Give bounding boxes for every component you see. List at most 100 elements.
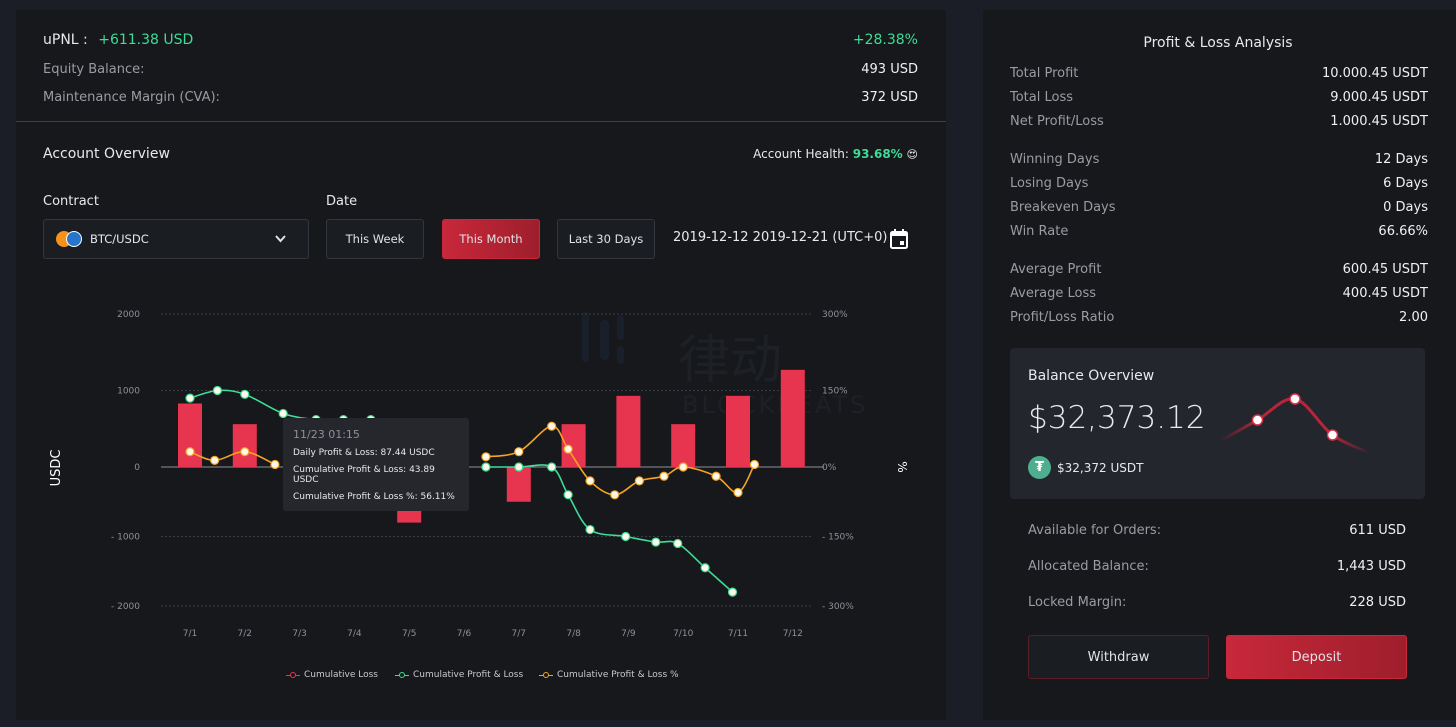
x-tick-label: 7/4 — [347, 629, 362, 639]
pnl-pct-point — [185, 447, 195, 457]
legend-marker-icon — [395, 671, 409, 679]
x-tick-label: 7/10 — [673, 629, 693, 639]
pl-row-label: Winning Days — [1010, 152, 1100, 167]
deposit-button[interactable]: Deposit — [1226, 635, 1407, 679]
balance-title: Balance Overview — [1028, 368, 1155, 384]
balance-usdt: ₮ $32,372 USDT — [1028, 456, 1143, 479]
pl-row-value: 400.45 USDT — [1342, 286, 1428, 301]
pl-title: Profit & Loss Analysis — [1143, 35, 1293, 51]
cumulative-pnl-point — [547, 462, 557, 472]
balance-row-value: 228 USD — [1349, 595, 1406, 610]
y-tick-label: - 2000 — [111, 602, 140, 612]
withdraw-button[interactable]: Withdraw — [1028, 635, 1209, 679]
cumulative-pnl-point — [727, 587, 738, 597]
balance-row: Locked Margin: 228 USD — [1028, 595, 1406, 610]
cumulative-pnl-point — [673, 538, 683, 549]
pl-row-value: 2.00 — [1399, 310, 1428, 325]
balance-card: Balance Overview $32,373.12 ₮ $32,372 US… — [1010, 348, 1425, 499]
account-panel: uPNL : +611.38 USD +28.38% Equity Balanc… — [16, 10, 946, 720]
balance-row: Allocated Balance: 1,443 USD — [1028, 559, 1406, 574]
pl-row: Total Profit 10.000.45 USDT — [1010, 66, 1428, 81]
y2-tick-label: 0% — [822, 463, 837, 473]
pnl-pct-point — [659, 471, 669, 481]
legend-label: Cumulative Profit & Loss % — [557, 670, 679, 680]
pl-row-label: Total Loss — [1010, 90, 1074, 105]
cumulative-pnl-point — [278, 408, 288, 419]
pl-row-label: Total Profit — [1010, 66, 1079, 81]
pnl-pct-point — [210, 455, 220, 465]
pnl-pct-point — [749, 459, 760, 470]
legend-cumulative-loss[interactable]: Cumulative Loss — [286, 670, 378, 680]
y-axis-title: USDC — [49, 450, 64, 487]
balance-row: Available for Orders: 611 USD — [1028, 523, 1406, 538]
cumulative-pnl-point — [563, 490, 573, 500]
pl-row-value: 600.45 USDT — [1342, 262, 1428, 277]
x-tick-label: 7/2 — [238, 629, 252, 639]
x-tick-label: 7/1 — [183, 629, 197, 639]
y-tick-label: 2000 — [117, 310, 140, 320]
y2-tick-label: 300% — [822, 310, 848, 320]
y2-tick-label: 150% — [822, 387, 848, 397]
cumulative-pnl-point — [700, 563, 710, 573]
pl-row-label: Net Profit/Loss — [1010, 114, 1104, 129]
pnl-pct-point — [514, 447, 524, 457]
pl-row-value: 6 Days — [1383, 176, 1428, 191]
sparkline-point — [1326, 429, 1339, 441]
pl-row-value: 66.66% — [1378, 224, 1428, 239]
balance-row-value: 1,443 USD — [1336, 559, 1406, 574]
pl-row-value: 9.000.45 USDT — [1330, 90, 1428, 105]
x-tick-label: 7/5 — [402, 629, 416, 639]
cumulative-pnl-point — [621, 531, 631, 542]
bar — [232, 424, 257, 467]
pl-row: Win Rate 66.66% — [1010, 224, 1428, 239]
pnl-pct-line — [189, 450, 276, 466]
legend-label: Cumulative Profit & Loss — [413, 670, 524, 680]
pnl-pct-point — [481, 452, 491, 462]
usdt-value: $32,372 USDT — [1057, 460, 1144, 475]
tooltip-cumulative: Cumulative Profit & Loss: 43.89 USDC — [293, 465, 435, 485]
x-tick-label: 7/3 — [292, 629, 306, 639]
x-tick-label: 7/6 — [457, 629, 472, 639]
cumulative-pnl-point — [481, 462, 491, 472]
legend-cumulative-pnl-pct[interactable]: Cumulative Profit & Loss % — [539, 670, 679, 680]
legend-cumulative-pnl[interactable]: Cumulative Profit & Loss — [395, 670, 523, 680]
pl-row-value: 10.000.45 USDT — [1321, 66, 1428, 81]
watermark-cn: 律动 — [678, 331, 782, 391]
cumulative-pnl-point — [185, 393, 195, 403]
legend-label: Cumulative Loss — [304, 670, 378, 680]
pl-row-value: 1.000.45 USDT — [1330, 114, 1428, 129]
balance-row-value: 611 USD — [1349, 523, 1406, 538]
pl-row-label: Profit/Loss Ratio — [1010, 310, 1115, 325]
tooltip-cumulative-pct: Cumulative Profit & Loss %: 56.11% — [293, 492, 455, 502]
y2-tick-label: - 300% — [822, 602, 854, 612]
y2-axis-title: % — [895, 461, 909, 472]
balance-row-label: Locked Margin: — [1028, 595, 1127, 610]
pl-row: Losing Days 6 Days — [1010, 176, 1428, 191]
pl-row: Profit/Loss Ratio 2.00 — [1010, 310, 1428, 325]
sparkline-line — [1219, 397, 1371, 455]
legend-marker-icon — [286, 671, 300, 679]
balance-sparkline — [1219, 393, 1371, 455]
pl-row: Winning Days 12 Days — [1010, 152, 1428, 167]
pl-row-value: 12 Days — [1374, 152, 1428, 167]
pl-row: Average Loss 400.45 USDT — [1010, 286, 1428, 301]
pnl-pct-point — [678, 462, 688, 472]
bar — [178, 403, 202, 467]
x-tick-label: 7/11 — [728, 629, 748, 639]
pl-row-label: Losing Days — [1010, 176, 1089, 191]
pnl-pct-point — [733, 487, 743, 498]
cumulative-pnl-point — [212, 385, 222, 396]
cumulative-pnl-point — [514, 462, 524, 472]
y-tick-label: - 1000 — [111, 533, 140, 543]
tooltip-daily: Daily Profit & Loss: 87.44 USDC — [293, 448, 435, 458]
cumulative-pnl-point — [240, 389, 250, 399]
pnl-pct-point — [547, 421, 557, 431]
cumulative-pnl-point — [651, 537, 661, 547]
x-tick-label: 7/9 — [621, 629, 636, 639]
bar — [671, 424, 696, 467]
pnl-pct-point — [634, 476, 644, 486]
pl-row-value: 0 Days — [1383, 200, 1428, 215]
bar — [780, 369, 805, 467]
tether-icon: ₮ — [1028, 456, 1051, 479]
balance-total: $32,373.12 — [1028, 400, 1206, 436]
